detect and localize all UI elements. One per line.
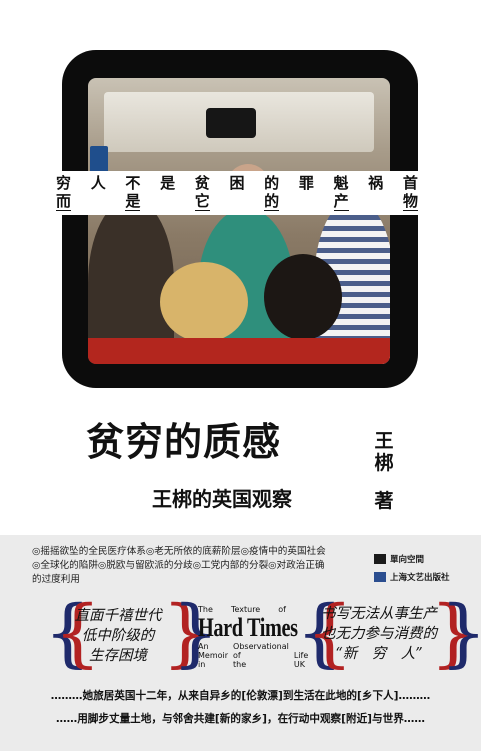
publisher-logos: 單向空間 上海文艺出版社 — [374, 550, 464, 590]
author-name: 王 梆 — [372, 430, 396, 474]
slogan-char: 首 — [402, 174, 418, 192]
slogan-char: 不 — [125, 174, 141, 192]
passenger-head-blonde — [160, 262, 248, 342]
slogan-char: 困 — [229, 174, 245, 192]
door-handle — [206, 108, 256, 138]
quote-line: 也无力参与消费的 — [321, 626, 437, 642]
slogan-char: 魁 — [333, 174, 349, 192]
slogan-char: 它 — [194, 192, 210, 211]
english-word: Memoir — [198, 651, 229, 660]
english-word: in — [198, 660, 206, 669]
slogan-char: 是 — [125, 192, 141, 211]
tagline-1: ………她旅居英国十二年，从来自异乡的[伦敦漂]到生活在此地的[乡下人]……… — [50, 690, 431, 702]
tagline-2: ……用脚步丈量土地，与邻舍共建[新的家乡]，在行动中观察[附近]与世界…… — [56, 713, 425, 725]
left-quote: { { 直面千禧世代 低中阶级的 生存困境 } } — [44, 596, 219, 674]
brace-close-icon: } — [440, 596, 481, 674]
quote-line: 书写无法从事生产 — [321, 606, 437, 622]
english-word: Observational — [233, 642, 289, 651]
slogan-char: 贫 — [194, 174, 210, 192]
english-subtitle: An Observational Memoir of Life in the U… — [198, 642, 308, 669]
slogan-char: 产 — [333, 192, 349, 211]
book-subtitle: 王梆的英国观察 — [152, 487, 292, 511]
slogan-char: 穷 — [56, 174, 72, 192]
publisher-mark-icon — [374, 572, 386, 582]
english-word: of — [233, 651, 241, 660]
english-word: An — [198, 642, 209, 651]
author-char: 梆 — [374, 452, 394, 474]
author-char: 王 — [374, 430, 394, 452]
book-title: 贫穷的质感 — [86, 420, 282, 464]
quote-line: “新 穷 人” — [335, 646, 423, 662]
right-quote: { { 书写无法从事生产 也无力参与消费的 “新 穷 人” } } — [296, 596, 481, 674]
quote-line: 直面千禧世代 — [74, 608, 162, 624]
right-quote-text: 书写无法从事生产 也无力参与消费的 “新 穷 人” — [320, 604, 438, 664]
slogan-char: 的 — [264, 174, 280, 192]
publisher-line: 上海文艺出版社 — [374, 568, 464, 586]
publisher-name: 單向空間 — [390, 555, 425, 565]
quote-line: 生存困境 — [89, 648, 147, 664]
publisher-line: 單向空間 — [374, 550, 464, 568]
left-quote-text: 直面千禧世代 低中阶级的 生存困境 — [66, 606, 170, 666]
slogan-char: 罪 — [298, 174, 314, 192]
red-window-sill — [88, 338, 390, 364]
topic-blurb: ◎摇摇欲坠的全民医疗体系◎老无所依的底薪阶层◎疫情中的英国社会◎全球化的陷阱◎脱… — [32, 546, 326, 585]
english-word: the — [233, 660, 247, 669]
slogan-char: 而 — [56, 192, 72, 211]
publisher-mark-icon — [374, 554, 386, 564]
slogan-line-2: 而 是 它 的 产 物 — [56, 192, 418, 211]
slogan-char: 的 — [264, 192, 280, 211]
slogan-char: 是 — [160, 174, 176, 192]
english-title: Hard Times — [198, 613, 298, 642]
brace-close-icon: } — [172, 596, 219, 674]
slogan-line-1: 穷 人 不 是 贫 困 的 罪 魁 祸 首 — [56, 174, 418, 192]
slogan-char: 物 — [402, 192, 418, 211]
author-role: 著 — [374, 490, 394, 512]
publisher-name: 上海文艺出版社 — [390, 573, 450, 583]
quote-line: 低中阶级的 — [81, 628, 155, 644]
passenger-head-dark — [264, 254, 342, 340]
english-title-block: The Texture of Hard Times An Observation… — [198, 605, 308, 669]
slogan-char: 人 — [90, 174, 106, 192]
cover-photo — [88, 78, 390, 364]
slogan-char: 祸 — [368, 174, 384, 192]
